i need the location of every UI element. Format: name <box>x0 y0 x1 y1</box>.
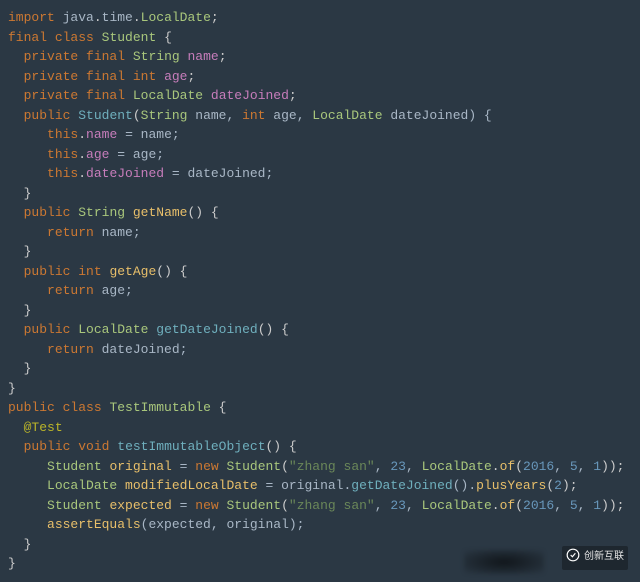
code-line: } <box>8 537 31 552</box>
code-line: return name; <box>8 225 141 240</box>
code-line: public LocalDate getDateJoined() { <box>8 322 289 337</box>
code-line: this.age = age; <box>8 147 164 162</box>
code-line: this.name = name; <box>8 127 180 142</box>
smudge-overlay <box>464 550 544 574</box>
code-line: } <box>8 244 31 259</box>
code-line: public Student(String name, int age, Loc… <box>8 108 492 123</box>
code-line: public int getAge() { <box>8 264 187 279</box>
code-line: assertEquals(expected, original); <box>8 517 304 532</box>
code-line: } <box>8 303 31 318</box>
code-line: Student expected = new Student("zhang sa… <box>8 498 624 513</box>
watermark-badge: 创新互联 <box>562 546 628 570</box>
code-line: private final String name; <box>8 49 227 64</box>
code-line: return age; <box>8 283 133 298</box>
code-line: public class TestImmutable { <box>8 400 226 415</box>
code-line: } <box>8 381 16 396</box>
code-line: Student original = new Student("zhang sa… <box>8 459 624 474</box>
code-line: import java.time.LocalDate; <box>8 10 219 25</box>
code-line: @Test <box>8 420 63 435</box>
watermark-icon <box>566 548 580 568</box>
code-line: final class Student { <box>8 30 172 45</box>
code-block: import java.time.LocalDate; final class … <box>8 8 632 574</box>
code-line: } <box>8 186 31 201</box>
code-line: return dateJoined; <box>8 342 187 357</box>
code-line: this.dateJoined = dateJoined; <box>8 166 273 181</box>
code-line: LocalDate modifiedLocalDate = original.g… <box>8 478 578 493</box>
code-line: private final LocalDate dateJoined; <box>8 88 297 103</box>
code-line: private final int age; <box>8 69 195 84</box>
watermark-text: 创新互联 <box>584 550 624 565</box>
code-line: public String getName() { <box>8 205 219 220</box>
code-line: } <box>8 556 16 571</box>
code-line: public void testImmutableObject() { <box>8 439 297 454</box>
code-line: } <box>8 361 31 376</box>
